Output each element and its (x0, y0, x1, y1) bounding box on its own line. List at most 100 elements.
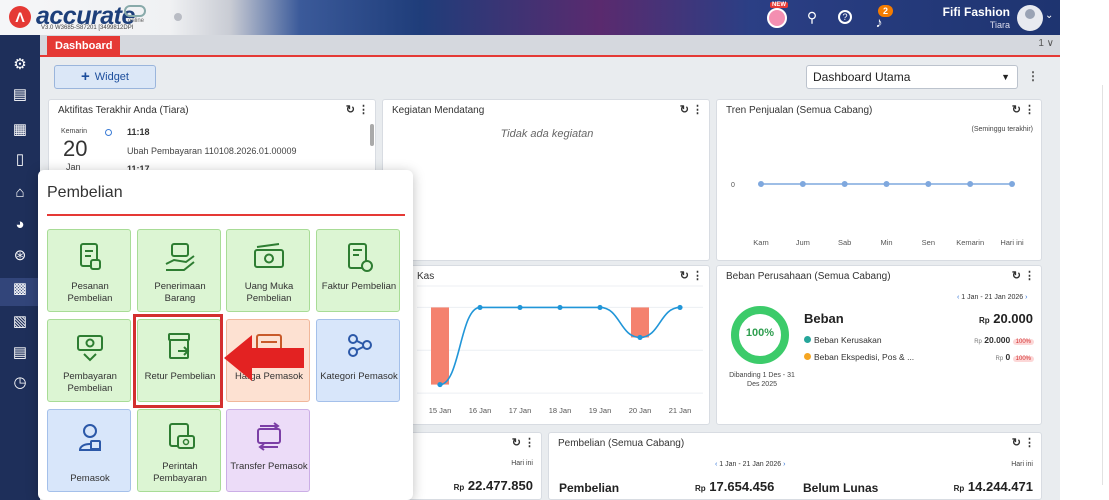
card-title: Aktifitas Terakhir Anda (Tiara) (58, 105, 189, 116)
inbox-icon[interactable]: ▤ (10, 85, 30, 105)
activity-card: Aktifitas Terakhir Anda (Tiara) ↻ ⋮ Kema… (48, 99, 376, 179)
widget-button-label: Widget (94, 71, 129, 83)
expense-total-value: 20.000 (993, 311, 1033, 326)
x-tick-label: Jum (796, 238, 810, 247)
tile-payment-order[interactable]: Perintah Pembayaran (137, 409, 221, 492)
currency-label: Rp (695, 484, 706, 493)
card-title: Pembelian (Semua Cabang) (558, 438, 685, 449)
sales-trend-card: Tren Penjualan (Semua Cabang) ↻ ⋮ (Semin… (716, 99, 1042, 261)
timeline-dot (105, 129, 112, 136)
cloud-icon (124, 5, 146, 17)
version-text: V3.0 W3685-S87201 [3499812DPI (41, 25, 134, 31)
plus-icon: + (80, 68, 90, 85)
expense-item-name: Beban Kerusakan (814, 335, 882, 345)
data-point (1009, 181, 1015, 187)
x-tick-label: Min (880, 238, 892, 247)
tile-label: Transfer Pemasok (230, 461, 308, 472)
purchase-order-icon (80, 243, 101, 270)
x-tick-label: Hari ini (1000, 238, 1024, 247)
tile-supplier-transfer[interactable]: Transfer Pemasok (226, 409, 310, 492)
expense-item-value: 20.000 (984, 335, 1011, 345)
divider-line (1102, 85, 1103, 485)
open-tabs-count[interactable]: 1 ∨ (1038, 38, 1054, 49)
top-bar: Λ accurate online V3.0 W3685-S87201 [349… (0, 0, 1060, 35)
building-icon[interactable]: ▦ (10, 120, 30, 140)
legend-dot (804, 353, 811, 360)
activity-scrollbar[interactable] (370, 124, 374, 146)
expense-heading: Beban (804, 311, 844, 326)
tile-goods-receipt[interactable]: Penerimaan Barang (137, 229, 221, 312)
tile-label: Uang Muka Pembelian (244, 281, 294, 304)
tile-cash-advance[interactable]: Uang Muka Pembelian (226, 229, 310, 312)
cash-advance-icon (254, 243, 284, 268)
tile-payment[interactable]: Pembayaran Pembelian (47, 319, 131, 402)
brand-sub: online (128, 18, 145, 24)
refresh-icon[interactable]: ↻ ⋮ (512, 436, 535, 449)
dashboard-select[interactable]: Dashboard Utama ▼ (806, 65, 1018, 89)
tile-label: Pembayaran Pembelian (63, 371, 117, 394)
bank-icon[interactable]: ⌂ (10, 183, 30, 203)
help-icon[interactable]: ? (838, 10, 852, 24)
today-label: Hari ini (511, 460, 533, 467)
card-title: Kegiatan Mendatang (392, 105, 485, 116)
tile-invoice[interactable]: Faktur Pembelian (316, 229, 400, 312)
data-point (925, 181, 932, 187)
highlight-box (133, 314, 223, 408)
x-tick-label: Kam (753, 238, 768, 247)
tab-dashboard[interactable]: Dashboard (47, 36, 121, 57)
ledger-icon[interactable]: ▧ (10, 312, 30, 332)
gauge-icon[interactable]: ◷ (10, 373, 30, 393)
x-tick-label: 15 Jan (429, 406, 452, 415)
truck-icon[interactable]: ▩ (10, 279, 30, 299)
refresh-icon[interactable]: ↻ ⋮ (1012, 436, 1035, 449)
page-margin (1060, 0, 1109, 500)
add-widget-button[interactable]: + Widget (54, 65, 156, 89)
phone-icon[interactable]: ▯ (10, 150, 30, 170)
user-name[interactable]: Fifi Fashion (920, 5, 1010, 19)
tile-purchase-order[interactable]: Pesanan Pembelian (47, 229, 131, 312)
new-badge: NEW (770, 2, 788, 8)
data-point (437, 381, 443, 388)
chevron-down-icon[interactable]: ⌄ (1045, 10, 1053, 21)
purchases-amount: 17.654.456 (709, 479, 775, 494)
purchases-range[interactable]: ‹ 1 Jan - 21 Jan 2026 › (715, 461, 785, 468)
dashboard-menu-icon[interactable]: ⋮ (1027, 69, 1039, 83)
refresh-icon[interactable]: ↻ ⋮ (346, 103, 369, 116)
expense-range[interactable]: ‹ 1 Jan - 21 Jan 2026 › (957, 294, 1027, 301)
data-point (967, 181, 974, 187)
activity-desc-1[interactable]: Ubah Pembayaran 110108.2026.01.00009 (127, 146, 296, 156)
tile-label: Kategori Pemasok (320, 371, 398, 382)
data-point (841, 181, 848, 187)
refresh-icon[interactable]: ↻ ⋮ (1012, 269, 1035, 282)
bar (431, 307, 449, 385)
mascot-icon[interactable] (767, 8, 787, 28)
expense-range-text: 1 Jan - 21 Jan 2026 (961, 294, 1024, 301)
data-point (517, 304, 523, 311)
report-icon[interactable]: ▤ (10, 343, 30, 363)
tile-label: Faktur Pembelian (321, 281, 397, 292)
x-tick-label: 21 Jan (669, 406, 692, 415)
expense-item-pct: 100% (1012, 339, 1034, 345)
expense-item[interactable]: Beban Ekspedisi, Pos & ... Rp 0 100% (804, 352, 1034, 362)
activity-day-num: 20 (63, 136, 88, 161)
avatar-icon[interactable] (1017, 5, 1043, 31)
refresh-icon[interactable]: ↻ ⋮ (680, 103, 703, 116)
notification-count: 2 (878, 5, 894, 17)
tile-supplier[interactable]: Pemasok (47, 409, 131, 492)
unpaid-value: Rp 14.244.471 (954, 479, 1033, 494)
cart-icon[interactable]: ⊛ (10, 246, 30, 266)
payment-order-icon (169, 423, 195, 449)
tile-supplier-category[interactable]: Kategori Pemasok (316, 319, 400, 402)
goods-receipt-icon (165, 243, 195, 271)
supplier-icon (78, 424, 102, 451)
search-icon[interactable]: ⚲ (803, 8, 821, 26)
unpaid-amount: 14.244.471 (967, 479, 1033, 494)
kas-card: Kas ↻ ⋮ 15 Jan 16 Jan 17 Jan 18 Jan 19 Jan 20… (382, 265, 710, 425)
user-role: Tiara (989, 20, 1010, 30)
data-point (677, 304, 683, 311)
expense-item[interactable]: Beban Kerusakan Rp 20.000 100% (804, 335, 1034, 345)
data-point (597, 304, 603, 311)
money-bag-icon[interactable]: ◕ (10, 215, 30, 235)
gear-icon[interactable]: ⚙ (10, 55, 30, 75)
x-tick-label: Sen (922, 238, 935, 247)
